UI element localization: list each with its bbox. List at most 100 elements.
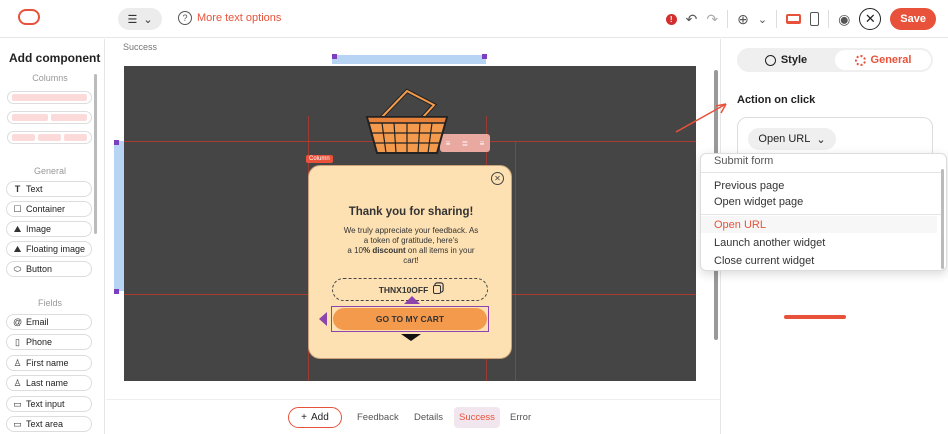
close-icon: ✕: [864, 11, 876, 26]
container-icon: ☐: [13, 203, 22, 214]
selection-highlight-top: [332, 55, 486, 64]
image-icon: ⛰: [13, 223, 22, 234]
resize-handle[interactable]: [332, 54, 337, 59]
toolbar-divider: [727, 10, 729, 28]
help-icon: ?: [178, 11, 192, 25]
mobile-view-icon[interactable]: [810, 12, 820, 26]
text-input-icon: ▭: [13, 398, 22, 409]
person-icon: ♙: [13, 377, 22, 388]
panel-scrollbar[interactable]: [94, 74, 97, 234]
section-columns-label: Columns: [32, 73, 68, 83]
at-icon: @: [13, 317, 23, 327]
globe-icon[interactable]: ⊕: [737, 11, 749, 28]
move-down-handle-icon[interactable]: [401, 334, 421, 341]
chevron-down-icon: ⌄: [143, 13, 153, 26]
section-fields-label: Fields: [37, 298, 62, 308]
chevron-down-icon[interactable]: ⌄: [758, 13, 767, 26]
dropdown-item-open-url[interactable]: Open URL: [701, 216, 937, 233]
component-button[interactable]: ⬭ Button: [6, 261, 92, 277]
add-step-button[interactable]: + Add: [288, 407, 342, 428]
text-align-dropdown[interactable]: ☰ ⌄: [118, 8, 162, 30]
text-icon: T: [14, 184, 21, 194]
tab-details[interactable]: Details: [409, 407, 448, 428]
move-up-handle-icon[interactable]: [404, 296, 420, 304]
resize-handle[interactable]: [482, 54, 487, 59]
plus-icon: +: [301, 412, 308, 423]
text-area-icon: ▭: [13, 418, 22, 429]
move-left-handle-icon[interactable]: [319, 312, 327, 326]
dropdown-item-close-current-widget[interactable]: Close current widget: [701, 252, 937, 269]
popup-body-text[interactable]: We truly appreciate your feedback. As a …: [331, 226, 491, 266]
field-last-name[interactable]: ♙ Last name: [6, 375, 92, 391]
step-label: Success: [123, 42, 158, 52]
dropdown-item-submit-form[interactable]: Submit form: [701, 154, 937, 169]
redo-icon[interactable]: ↷: [706, 11, 718, 28]
align-center-icon[interactable]: ≣: [462, 139, 469, 148]
dropdown-divider: [701, 172, 941, 173]
hidden-orange-button: [784, 315, 846, 319]
dropdown-item-launch-another-widget[interactable]: Launch another widget: [701, 234, 937, 251]
chevron-down-icon: ⌄: [816, 133, 826, 146]
person-icon: ♙: [13, 357, 22, 368]
column-layout-3[interactable]: [7, 131, 92, 144]
align-lines-icon: ☰: [127, 13, 138, 26]
popup-close-button[interactable]: ✕: [491, 172, 504, 185]
annotation-arrow-icon: [675, 103, 727, 133]
action-dropdown-menu[interactable]: Submit form Previous page Open widget pa…: [700, 153, 947, 271]
component-container[interactable]: ☐ Container: [6, 201, 92, 217]
toolbar-divider: [828, 10, 830, 28]
field-first-name[interactable]: ♙ First name: [6, 355, 92, 371]
resize-handle[interactable]: [114, 140, 119, 145]
gear-icon: [854, 54, 866, 66]
tab-style[interactable]: Style: [739, 50, 833, 70]
close-editor-button[interactable]: ✕: [859, 8, 882, 30]
desktop-view-icon[interactable]: [786, 14, 802, 24]
go-to-cart-button[interactable]: GO TO MY CART: [333, 308, 487, 330]
field-text-input[interactable]: ▭ Text input: [6, 396, 92, 412]
component-floating-image[interactable]: ⛰ Floating image: [6, 241, 92, 257]
more-text-options-label: More text options: [197, 12, 282, 24]
editor-canvas: Success ✕ Thank you for sharing! We trul…: [106, 39, 720, 399]
align-right-icon[interactable]: ≡: [480, 139, 485, 148]
tab-feedback[interactable]: Feedback: [352, 407, 404, 428]
popup-title[interactable]: Thank you for sharing!: [309, 206, 513, 218]
column-layout-1[interactable]: [7, 91, 92, 104]
save-button[interactable]: Save: [890, 8, 936, 30]
dropdown-item-open-widget-page[interactable]: Open widget page: [701, 193, 937, 210]
toolbar-right-group: ! ↶ ↷ ⊕ ⌄ ◉ ✕ Save: [665, 6, 936, 32]
copy-icon[interactable]: [433, 285, 442, 294]
resize-handle[interactable]: [114, 289, 119, 294]
field-phone[interactable]: ▯ Phone: [6, 334, 92, 350]
column-tag: Column: [306, 155, 333, 163]
success-popup[interactable]: ✕ Thank you for sharing! We truly apprec…: [308, 165, 512, 359]
dropdown-scrollbar[interactable]: [941, 169, 944, 269]
step-tabs-bar: + Add Feedback Details Success Error: [106, 399, 720, 434]
action-select-box: Open URL ⌄: [737, 117, 933, 155]
toolbar-divider: [776, 10, 778, 28]
shopping-basket-image[interactable]: [362, 87, 452, 159]
component-image[interactable]: ⛰ Image: [6, 221, 92, 237]
app-logo-icon[interactable]: [18, 9, 40, 25]
component-text[interactable]: T Text: [6, 181, 92, 197]
tab-error[interactable]: Error: [505, 407, 536, 428]
dropdown-item-previous-page[interactable]: Previous page: [701, 177, 937, 194]
field-email[interactable]: @ Email: [6, 314, 92, 330]
warning-icon[interactable]: !: [665, 13, 677, 25]
tab-general[interactable]: General: [835, 50, 931, 70]
close-icon: ✕: [494, 174, 501, 183]
more-text-options-link[interactable]: ? More text options: [178, 11, 281, 25]
selection-highlight-left: [114, 141, 124, 291]
button-icon: ⬭: [13, 263, 22, 274]
add-component-panel: Add component Columns General T Text ☐ Con…: [0, 39, 105, 434]
action-select[interactable]: Open URL ⌄: [748, 128, 836, 150]
field-text-area[interactable]: ▭ Text area: [6, 416, 92, 432]
undo-icon[interactable]: ↶: [686, 11, 698, 28]
column-layout-2[interactable]: [7, 111, 92, 124]
preview-eye-icon[interactable]: ◉: [838, 11, 850, 28]
section-general-label: General: [33, 166, 67, 176]
guide-line: [515, 141, 516, 381]
top-toolbar: ☰ ⌄ ? More text options ! ↶ ↷ ⊕ ⌄ ◉ ✕ Sa…: [0, 0, 948, 38]
panel-title: Add component: [9, 51, 101, 65]
phone-icon: ▯: [15, 336, 20, 347]
tab-success[interactable]: Success: [454, 407, 500, 428]
